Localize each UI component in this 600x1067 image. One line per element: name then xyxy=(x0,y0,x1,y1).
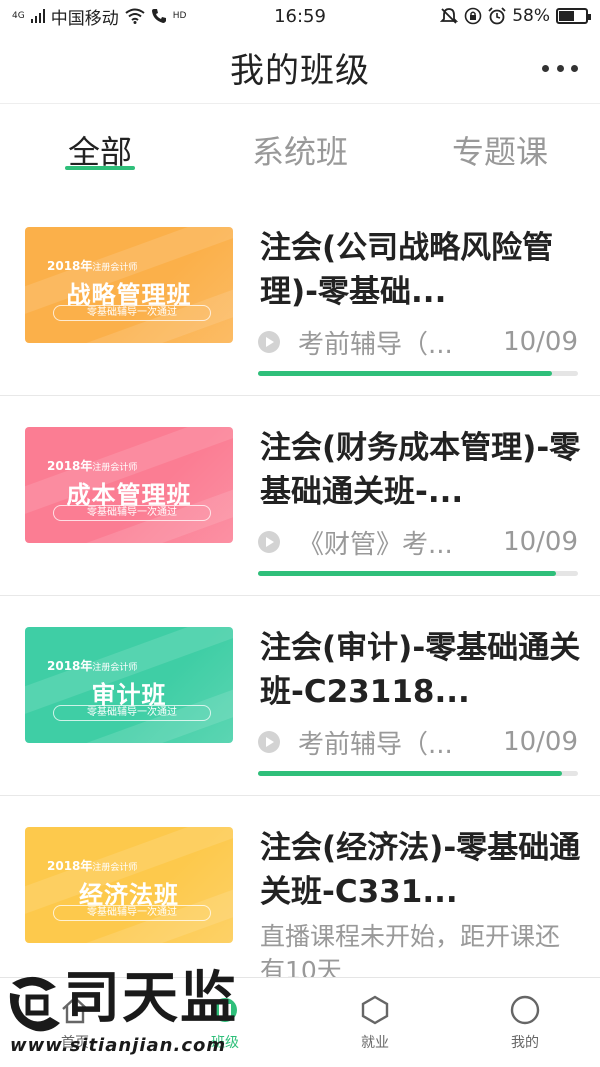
class-icon xyxy=(213,997,237,1022)
more-dot-icon xyxy=(571,64,578,72)
course-list: 2018年注册会计师 战略管理班 零基础辅导一次通过 注会(公司战略风险管理)-… xyxy=(0,196,600,996)
progress-fill xyxy=(258,571,556,576)
thumb-tagline: 零基础辅导一次通过 xyxy=(53,305,211,321)
course-thumbnail: 2018年注册会计师 成本管理班 零基础辅导一次通过 xyxy=(25,427,233,543)
nav-home[interactable]: 首页 xyxy=(0,978,150,1067)
tab-system-class[interactable]: 系统班 xyxy=(200,104,400,196)
thumb-year: 2018年注册会计师 xyxy=(47,459,138,473)
course-item[interactable]: 2018年注册会计师 经济法班 零基础辅导一次通过 注会(经济法)-零基础通关班… xyxy=(0,796,600,996)
battery-icon xyxy=(556,8,591,24)
thumb-year: 2018年注册会计师 xyxy=(47,259,138,273)
lesson-date: 10/09 xyxy=(503,327,578,357)
progress-bar xyxy=(258,571,578,576)
lesson-date: 10/09 xyxy=(503,527,578,557)
thumb-year: 2018年注册会计师 xyxy=(47,859,138,873)
status-bar: 4G 中国移动 HD 16:59 58% xyxy=(0,0,600,32)
progress-bar xyxy=(258,771,578,776)
signal-icon: 4G xyxy=(12,10,25,21)
course-title: 注会(审计)-零基础通关班-C23118... xyxy=(260,630,581,710)
carrier-name: 中国移动 xyxy=(50,8,119,29)
battery-percent: 58% xyxy=(512,6,550,26)
nav-class[interactable]: 班级 xyxy=(150,978,300,1067)
course-item[interactable]: 2018年注册会计师 战略管理班 零基础辅导一次通过 注会(公司战略风险管理)-… xyxy=(0,196,600,396)
last-lesson: 《财管》考... xyxy=(298,529,453,560)
lock-rotation-icon xyxy=(464,7,482,25)
course-item[interactable]: 2018年注册会计师 成本管理班 零基础辅导一次通过 注会(财务成本管理)-零基… xyxy=(0,396,600,596)
page-title: 我的班级 xyxy=(230,51,370,91)
signal-bars-icon xyxy=(30,9,45,23)
progress-fill xyxy=(258,371,553,376)
nav-label: 我的 xyxy=(511,1034,539,1051)
play-icon xyxy=(258,331,280,353)
thumb-tagline: 零基础辅导一次通过 xyxy=(53,905,211,921)
tab-topic-course[interactable]: 专题课 xyxy=(400,104,600,196)
thumb-tagline: 零基础辅导一次通过 xyxy=(53,705,211,721)
course-item[interactable]: 2018年注册会计师 审计班 零基础辅导一次通过 注会(审计)-零基础通关班-C… xyxy=(0,596,600,796)
nav-label: 首页 xyxy=(61,1034,89,1051)
course-meta: 考前辅导（... 10/09 xyxy=(258,324,578,360)
category-tabs: 全部 系统班 专题课 xyxy=(0,104,600,196)
progress-fill xyxy=(258,771,562,776)
app-header: 我的班级 xyxy=(0,32,600,104)
tab-all[interactable]: 全部 xyxy=(0,104,200,196)
nav-employment[interactable]: 就业 xyxy=(300,978,450,1067)
status-time: 16:59 xyxy=(274,5,326,27)
course-title: 注会(财务成本管理)-零基础通关班-... xyxy=(260,430,581,510)
tab-label: 系统班 xyxy=(251,133,348,171)
last-lesson: 考前辅导（... xyxy=(298,729,453,760)
course-thumbnail: 2018年注册会计师 经济法班 零基础辅导一次通过 xyxy=(25,827,233,943)
tab-label: 专题课 xyxy=(451,133,548,171)
lesson-date: 10/09 xyxy=(503,727,578,757)
more-dot-icon xyxy=(542,64,549,72)
alarm-icon xyxy=(488,7,506,25)
progress-bar xyxy=(258,371,578,376)
last-lesson: 考前辅导（... xyxy=(298,329,453,360)
course-meta: 考前辅导（... 10/09 xyxy=(258,724,578,760)
course-thumbnail: 2018年注册会计师 审计班 零基础辅导一次通过 xyxy=(25,627,233,743)
more-dot-icon xyxy=(556,64,564,72)
wifi-icon xyxy=(125,8,145,24)
home-icon xyxy=(62,995,88,1023)
course-thumbnail: 2018年注册会计师 战略管理班 零基础辅导一次通过 xyxy=(25,227,233,343)
profile-icon xyxy=(510,995,540,1024)
nav-profile[interactable]: 我的 xyxy=(450,978,600,1067)
nav-label: 班级 xyxy=(211,1034,239,1051)
hd-icon: HD xyxy=(172,10,187,21)
bottom-navigation: 首页 班级 就业 我的 xyxy=(0,977,600,1067)
more-options-button[interactable] xyxy=(542,54,578,82)
course-title: 注会(经济法)-零基础通关班-C331... xyxy=(260,830,581,910)
play-icon xyxy=(258,531,280,553)
play-icon xyxy=(258,731,280,753)
hexagon-icon xyxy=(361,995,389,1024)
course-title: 注会(公司战略风险管理)-零基础... xyxy=(260,230,554,310)
nav-label: 就业 xyxy=(361,1034,389,1051)
battery-level xyxy=(559,11,575,21)
tab-active-indicator xyxy=(65,166,135,170)
mute-icon xyxy=(440,8,459,24)
thumb-year: 2018年注册会计师 xyxy=(47,659,138,673)
course-meta: 《财管》考... 10/09 xyxy=(258,524,578,560)
thumb-tagline: 零基础辅导一次通过 xyxy=(53,505,211,521)
phone-icon xyxy=(151,9,166,23)
